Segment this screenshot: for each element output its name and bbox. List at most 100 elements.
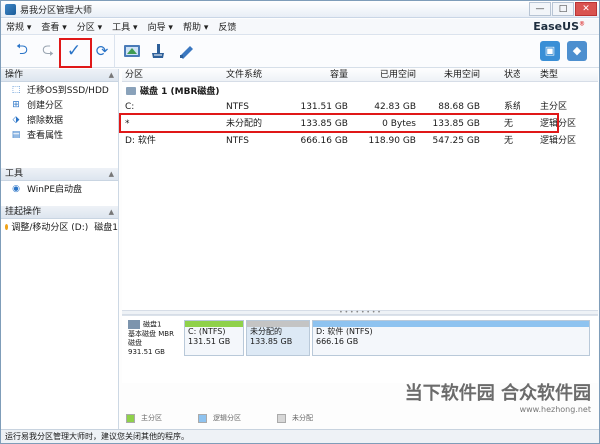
col-partition[interactable]: 分区 — [122, 69, 224, 81]
refresh-icon[interactable]: ⟳ — [91, 40, 113, 62]
primary-swatch — [126, 413, 135, 423]
partition-block-c[interactable]: C: (NTFS) 131.51 GB — [184, 320, 244, 356]
sidebar-item-winpe[interactable]: ◉ WinPE启动盘 — [1, 181, 118, 196]
operations-header[interactable]: 操作 ▲ — [1, 69, 118, 82]
col-capacity[interactable]: 容量 — [298, 69, 348, 81]
menu-wizard[interactable]: 向导 ▾ — [143, 20, 178, 33]
table-header: 分区 文件系统 容量 已用空间 未用空间 状态 类型 — [122, 69, 598, 82]
watermark: 当下软件园 合众软件园 www.hezhong.net — [405, 379, 591, 414]
disk-label: 磁盘 1 (MBR磁盘) — [140, 87, 220, 97]
pending-operation[interactable]: 调整/移动分区 (D:) 磁盘1 — [1, 219, 118, 234]
operations-header-label: 操作 — [5, 70, 24, 80]
pending-label: 调整/移动分区 (D:) — [11, 223, 89, 233]
block-label: C: (NTFS) — [188, 327, 226, 336]
disk-icon — [126, 86, 136, 95]
toolbar-separator — [114, 35, 115, 68]
minimize-button[interactable]: — — [529, 2, 551, 16]
primary-bar — [185, 321, 243, 327]
logical-swatch — [198, 413, 207, 423]
col-used[interactable]: 已用空间 — [348, 69, 416, 81]
pending-icon — [5, 223, 9, 230]
cell-partition: D: 软件 — [125, 136, 156, 146]
disk-summary[interactable]: 磁盘1 基本磁盘 MBR磁盘 931.51 GB — [128, 320, 180, 356]
legend-label: 未分配 — [292, 414, 313, 422]
logical-bar — [313, 321, 589, 327]
title-bar: 易我分区管理大师 — □ ✕ — [1, 1, 599, 18]
unallocated-highlight-box — [119, 113, 559, 133]
cell-used: 118.90 GB — [368, 136, 416, 146]
menu-tools[interactable]: 工具 ▾ — [107, 20, 142, 33]
disk-type: 基本磁盘 — [128, 329, 156, 338]
cell-filesystem: NTFS — [226, 136, 249, 146]
info-icon[interactable]: ◆ — [567, 41, 587, 61]
disk-size: 931.51 GB — [128, 347, 165, 356]
cell-status: 无 — [504, 136, 514, 146]
disk-row[interactable]: 磁盘 1 (MBR磁盘) — [122, 82, 598, 99]
legend-logical: 逻辑分区 — [198, 413, 241, 423]
sidebar-item-migrate-os[interactable]: ⬚ 迁移OS到SSD/HDD — [1, 82, 118, 97]
block-label: D: 软件 (NTFS) — [316, 327, 373, 336]
redo-icon[interactable]: ⮎ — [37, 40, 59, 62]
legend-primary: 主分区 — [126, 413, 162, 423]
create-icon: ⊞ — [12, 99, 20, 110]
app-window: 易我分区管理大师 — □ ✕ 常规 ▾ 查看 ▾ 分区 ▾ 工具 ▾ 向导 ▾ … — [0, 0, 600, 444]
partition-block-unallocated[interactable]: 未分配的 133.85 GB — [246, 320, 310, 356]
collapse-icon[interactable]: ▲ — [109, 206, 114, 219]
sidebar-item-label: 创建分区 — [27, 101, 64, 111]
close-button[interactable]: ✕ — [575, 2, 597, 16]
col-unused[interactable]: 未用空间 — [416, 69, 480, 81]
sidebar-item-label: 迁移OS到SSD/HDD — [27, 86, 109, 96]
col-status[interactable]: 状态 — [480, 69, 520, 81]
menu-help[interactable]: 帮助 ▾ — [178, 20, 213, 33]
sidebar: 操作 ▲ ⬚ 迁移OS到SSD/HDD ⊞ 创建分区 ⬗ 擦除数据 ▤ 查看属性 工具 ▲ … — [1, 69, 119, 429]
app-icon — [5, 3, 16, 15]
partition-icon[interactable] — [121, 40, 143, 62]
sidebar-item-wipe-data[interactable]: ⬗ 擦除数据 — [1, 112, 118, 127]
maximize-button[interactable]: □ — [552, 2, 574, 16]
collapse-icon[interactable]: ▲ — [109, 69, 114, 82]
pending-target: 磁盘1 — [94, 223, 118, 233]
wipe-icon[interactable] — [147, 40, 169, 62]
menu-feedback[interactable]: 反馈 — [213, 20, 241, 33]
undo-icon[interactable]: ⮌ — [11, 40, 33, 62]
col-type[interactable]: 类型 — [520, 69, 598, 81]
menu-partition[interactable]: 分区 ▾ — [72, 20, 107, 33]
watermark-text: 当下软件园 合众软件园 — [404, 383, 591, 404]
menu-view[interactable]: 查看 ▾ — [36, 20, 71, 33]
migrate-icon: ⬚ — [11, 84, 21, 95]
table-row[interactable]: D: 软件 NTFS 666.16 GB 118.90 GB 547.25 GB… — [122, 133, 598, 150]
unallocated-bar — [247, 321, 309, 327]
window-title: 易我分区管理大师 — [20, 5, 93, 16]
tools-header[interactable]: 工具 ▲ — [1, 168, 118, 181]
menu-general[interactable]: 常规 ▾ — [1, 20, 36, 33]
sidebar-item-label: 擦除数据 — [27, 116, 64, 126]
block-size: 131.51 GB — [188, 337, 231, 346]
menu-bar: 常规 ▾ 查看 ▾ 分区 ▾ 工具 ▾ 向导 ▾ 帮助 ▾ 反馈 — [1, 19, 599, 35]
cell-unused: 547.25 GB — [432, 136, 480, 146]
settings-icon[interactable] — [175, 40, 197, 62]
pending-header[interactable]: 挂起操作 ▲ — [1, 206, 118, 219]
col-filesystem[interactable]: 文件系统 — [224, 69, 298, 81]
sidebar-item-label: 查看属性 — [27, 131, 64, 141]
block-size: 133.85 GB — [250, 337, 293, 346]
unallocated-swatch — [277, 413, 286, 423]
sidebar-item-properties[interactable]: ▤ 查看属性 — [1, 127, 118, 142]
sidebar-item-create-partition[interactable]: ⊞ 创建分区 — [1, 97, 118, 112]
disk-name: 磁盘1 — [143, 320, 162, 329]
disk-map: 磁盘1 基本磁盘 MBR磁盘 931.51 GB C: (NTFS) 131.5… — [122, 315, 598, 383]
partition-block-d[interactable]: D: 软件 (NTFS) 666.16 GB — [312, 320, 590, 356]
cell-capacity: 666.16 GB — [300, 136, 348, 146]
wipe-icon: ⬗ — [12, 114, 20, 125]
winpe-icon: ◉ — [12, 183, 20, 194]
watermark-url: www.hezhong.net — [519, 405, 591, 414]
brand-mark: ® — [579, 20, 585, 28]
window-controls: — □ ✕ — [529, 2, 597, 16]
upgrade-icon[interactable]: ▣ — [540, 41, 560, 61]
brand-logo: EaseUS® — [533, 20, 585, 33]
legend-label: 主分区 — [141, 414, 162, 422]
collapse-icon[interactable]: ▲ — [109, 168, 114, 181]
cell-type: 逻辑分区 — [540, 136, 577, 146]
properties-icon: ▤ — [11, 129, 21, 140]
disk-icon — [128, 320, 140, 329]
legend-label: 逻辑分区 — [213, 414, 241, 422]
